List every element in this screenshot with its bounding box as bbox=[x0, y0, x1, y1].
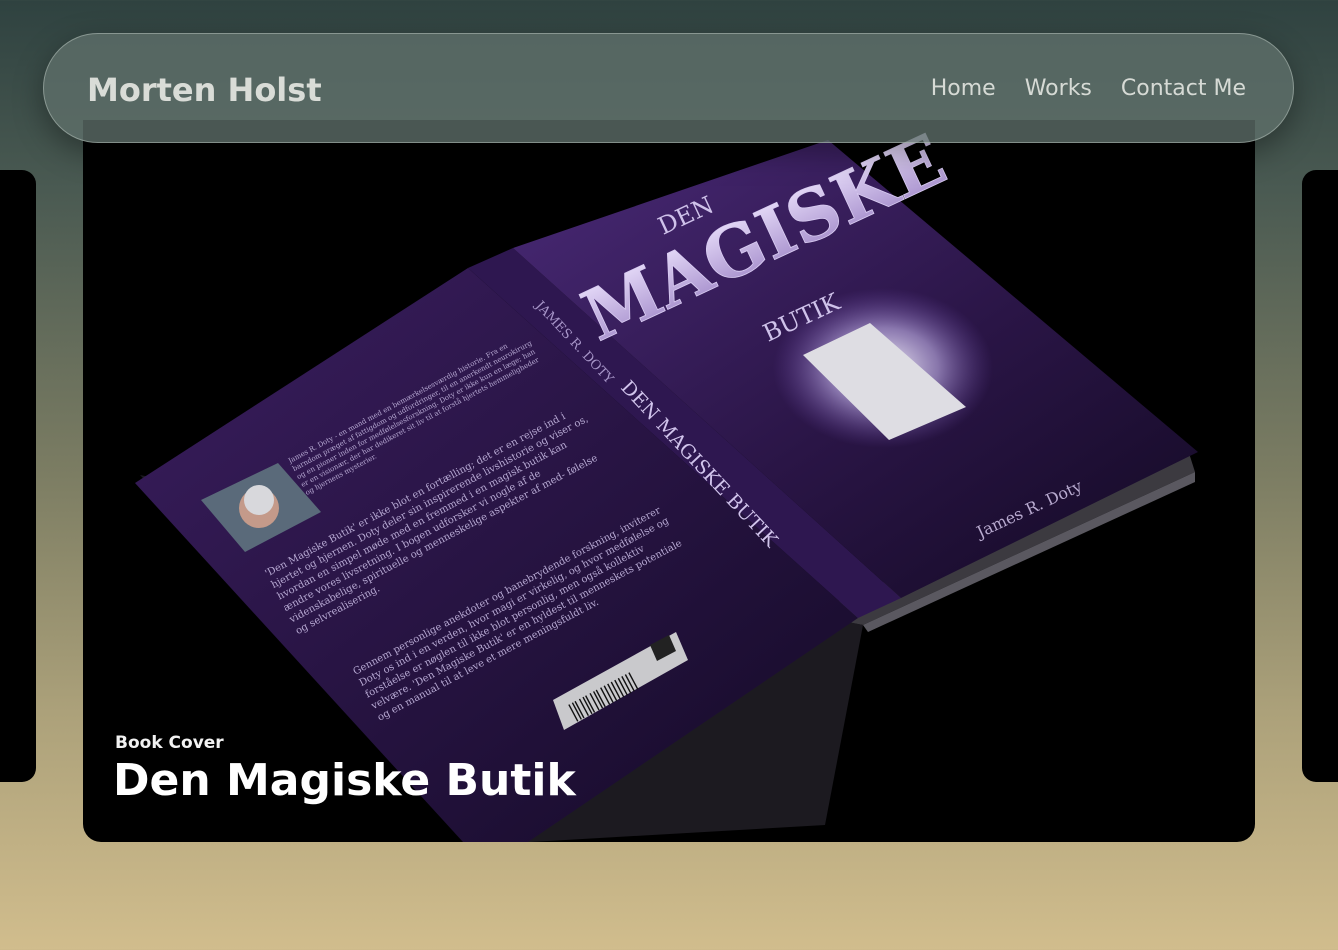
slide-title: Den Magiske Butik bbox=[113, 755, 576, 806]
next-slide-card[interactable] bbox=[1302, 170, 1338, 782]
brand-logo[interactable]: Morten Holst bbox=[87, 71, 322, 109]
slide-category: Book Cover bbox=[115, 733, 224, 753]
nav-works-link[interactable]: Works bbox=[1025, 76, 1092, 101]
nav-contact-link[interactable]: Contact Me bbox=[1121, 76, 1246, 101]
nav-home-link[interactable]: Home bbox=[931, 76, 996, 101]
prev-slide-card[interactable] bbox=[0, 170, 36, 782]
nav-links: Home Works Contact Me bbox=[931, 76, 1246, 101]
navbar: Morten Holst Home Works Contact Me bbox=[43, 33, 1294, 143]
slide-caption: Book Cover Den Magiske Butik bbox=[113, 733, 576, 806]
